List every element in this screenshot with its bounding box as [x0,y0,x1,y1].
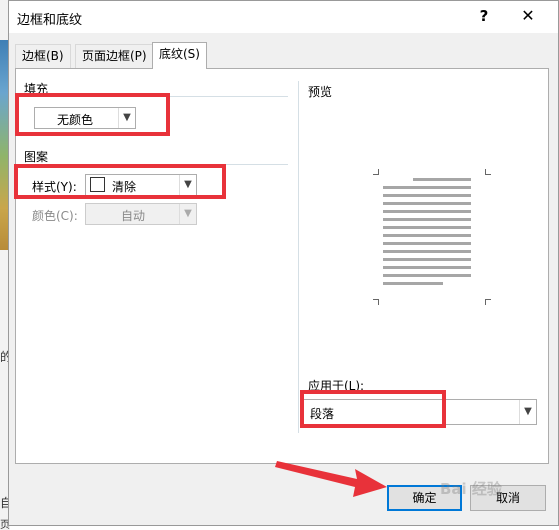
preview-line [383,202,471,205]
preview-line [383,242,471,245]
pattern-color-dropdown: 自动 ▼ [85,203,197,225]
tab-shading[interactable]: 底纹(S) [152,42,207,69]
tab-page-border[interactable]: 页面边框(P) [75,44,154,68]
apply-to-label: 应用于(L): [308,379,365,393]
preview-line [413,178,471,181]
preview-area [373,169,491,305]
preview-line [383,186,471,189]
preview-line [383,226,471,229]
crop-mark [485,169,491,175]
preview-line [383,266,471,269]
preview-group-label: 预览 [308,83,337,100]
watermark: Bai 经验 [440,480,502,498]
pattern-swatch [90,177,105,192]
dialog-title: 边框和底纹 [17,13,83,28]
chevron-down-icon[interactable]: ▼ [179,175,196,195]
fill-color-dropdown[interactable]: 无颜色 ▼ [34,107,136,129]
crop-mark [373,299,379,305]
background-image [0,40,8,250]
close-icon[interactable]: ✕ [517,5,539,27]
preview-line [383,218,471,221]
preview-divider [298,81,299,433]
crop-mark [485,299,491,305]
crop-mark [373,169,379,175]
fill-divider [24,96,288,97]
preview-line [383,250,471,253]
fill-color-value: 无颜色 [57,113,94,127]
style-label: 样式(Y): [32,180,77,194]
preview-line [383,258,471,261]
chevron-down-icon[interactable]: ▼ [519,400,536,424]
title-bar: 边框和底纹 ? ✕ [9,1,558,33]
pattern-style-dropdown[interactable]: 清除 ▼ [85,174,197,196]
pattern-style-value: 清除 [112,180,137,194]
chevron-down-icon: ▼ [179,204,196,224]
preview-line [383,282,443,285]
apply-to-dropdown[interactable]: 段落 ▼ [301,399,537,425]
borders-and-shading-dialog: 边框和底纹 ? ✕ 边框(B) 页面边框(P) 底纹(S) 填充 无颜色 ▼ 图… [8,0,559,526]
chevron-down-icon[interactable]: ▼ [118,108,135,128]
apply-to-value: 段落 [310,407,335,421]
preview-line [383,194,471,197]
preview-line [383,234,471,237]
help-icon[interactable]: ? [473,5,495,27]
fill-group-label: 填充 [24,80,53,97]
preview-line [383,210,471,213]
pattern-divider [24,164,288,165]
pattern-group-label: 图案 [24,148,53,165]
preview-line [383,274,471,277]
color-label: 颜色(C): [32,209,78,223]
red-arrow-annotation [275,461,387,497]
pattern-color-value: 自动 [121,209,146,223]
tab-borders[interactable]: 边框(B) [15,44,71,68]
